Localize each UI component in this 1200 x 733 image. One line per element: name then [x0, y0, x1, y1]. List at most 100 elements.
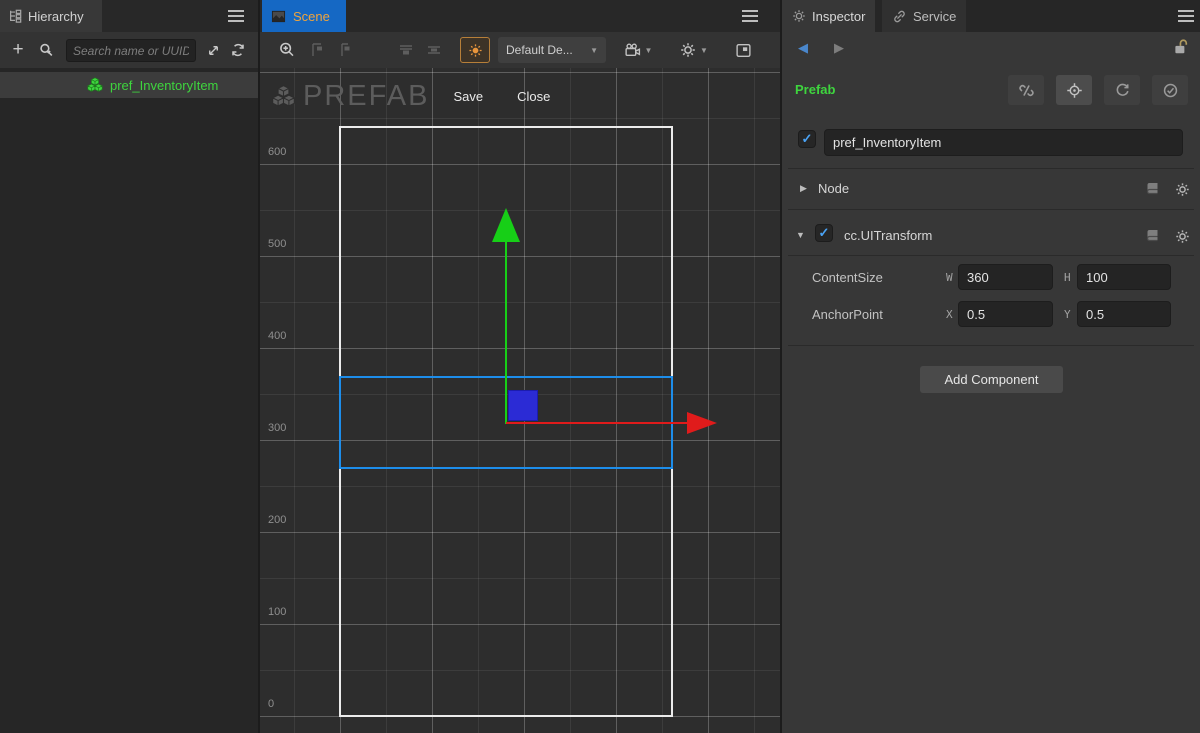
ruler-label: 600	[268, 146, 286, 158]
expand-arrow-icon[interactable]: ▶	[800, 183, 807, 194]
align-middle-v-icon[interactable]	[422, 37, 446, 63]
scene-panel: Scene	[260, 0, 780, 733]
node-name-input[interactable]	[824, 129, 1183, 156]
tab-hierarchy[interactable]: Hierarchy	[0, 0, 102, 32]
hierarchy-tab-label: Hierarchy	[28, 9, 84, 24]
back-icon[interactable]: ◀	[798, 40, 808, 56]
w-label: W	[946, 271, 953, 284]
divider	[788, 345, 1194, 346]
cocos-creator-editor: Hierarchy +	[0, 0, 1200, 733]
gizmo-y-axis[interactable]	[505, 242, 507, 424]
h-label: H	[1064, 271, 1071, 284]
tab-scene[interactable]: Scene	[262, 0, 346, 32]
ruler-label: 400	[268, 330, 286, 342]
inspector-tabbar: Inspector Service	[782, 0, 1200, 32]
align-left-icon[interactable]	[306, 37, 330, 63]
gear-icon	[792, 9, 806, 23]
scene-toolbar: Default De... ▼ ▼ ▼	[260, 32, 780, 68]
revert-prefab-button[interactable]	[1104, 75, 1140, 105]
tree-item-pref-inventoryitem[interactable]: pref_InventoryItem	[0, 72, 258, 98]
gizmo-x-axis[interactable]	[506, 422, 687, 424]
gizmo-light-icon[interactable]	[460, 37, 490, 63]
save-button[interactable]: Save	[453, 89, 483, 104]
node-active-checkbox[interactable]: ✓	[798, 130, 816, 148]
align-center-h-icon[interactable]	[334, 37, 358, 63]
inspector-menu-icon[interactable]	[1178, 10, 1194, 22]
uitransform-enabled-checkbox[interactable]: ✓	[815, 224, 833, 242]
tree-item-label: pref_InventoryItem	[110, 78, 218, 93]
ruler-label: 200	[268, 514, 286, 526]
gizmo-mode-dropdown[interactable]: Default De... ▼	[498, 37, 606, 63]
contentsize-h-input[interactable]	[1077, 264, 1171, 290]
scene-menu-icon[interactable]	[742, 10, 758, 22]
search-filter-button[interactable]	[34, 38, 58, 62]
refresh-icon[interactable]	[226, 38, 250, 62]
unlink-prefab-button[interactable]	[1008, 75, 1044, 105]
divider	[788, 168, 1194, 169]
scene-viewport[interactable]: 600 500 400 300 200 100 0	[260, 68, 780, 733]
uitransform-section-label: cc.UITransform	[844, 228, 932, 243]
expand-all-icon[interactable]	[201, 38, 225, 62]
chevron-down-icon: ▼	[590, 46, 598, 55]
tab-inspector[interactable]: Inspector	[782, 0, 875, 32]
hierarchy-toolbar: +	[0, 32, 258, 68]
add-component-button[interactable]: Add Component	[920, 366, 1063, 393]
inspector-panel: Inspector Service ◀ ▶	[782, 0, 1200, 733]
chevron-down-icon: ▼	[645, 46, 653, 55]
y-label: Y	[1064, 308, 1071, 321]
tab-service[interactable]: Service	[882, 0, 966, 32]
service-tab-label: Service	[913, 9, 956, 24]
node-settings-gear-icon[interactable]	[1175, 181, 1190, 197]
zoom-icon[interactable]	[274, 37, 300, 63]
hierarchy-menu-icon[interactable]	[228, 10, 244, 22]
camera-dropdown[interactable]: ▼	[618, 37, 658, 63]
forward-icon[interactable]: ▶	[834, 40, 844, 56]
scene-image-icon	[271, 9, 286, 24]
hierarchy-tree-icon	[8, 9, 22, 23]
gizmo-anchor-handle[interactable]	[508, 390, 538, 421]
anchorpoint-label: AnchorPoint	[812, 307, 883, 322]
scene-settings-dropdown[interactable]: ▼	[674, 37, 714, 63]
plus-icon: +	[12, 39, 23, 61]
node-section-header[interactable]: ▶ Node	[782, 174, 1200, 204]
ruler-label: 500	[268, 238, 286, 250]
prefab-cube-icon	[270, 83, 297, 110]
locate-prefab-asset-button[interactable]	[1056, 75, 1092, 105]
unlock-icon[interactable]	[1172, 38, 1190, 56]
close-button[interactable]: Close	[517, 89, 550, 104]
apply-prefab-button[interactable]	[1152, 75, 1188, 105]
gizmo-mode-value: Default De...	[506, 43, 573, 57]
docs-book-icon[interactable]	[1145, 228, 1161, 244]
collapse-arrow-icon[interactable]: ▼	[796, 230, 805, 240]
hierarchy-tabbar: Hierarchy	[0, 0, 258, 32]
divider	[788, 209, 1194, 210]
check-icon: ✓	[802, 131, 813, 147]
prefab-state-label: Prefab	[795, 82, 835, 97]
hierarchy-panel: Hierarchy +	[0, 0, 258, 733]
uitransform-section-header[interactable]: ▼ ✓ cc.UITransform	[782, 221, 1200, 251]
inspector-navrow: ◀ ▶	[782, 36, 1200, 64]
align-top-icon[interactable]	[394, 37, 418, 63]
inspector-tab-label: Inspector	[812, 9, 865, 24]
gizmo-x-arrowhead[interactable]	[687, 412, 717, 434]
contentsize-label: ContentSize	[812, 270, 883, 285]
component-settings-gear-icon[interactable]	[1175, 228, 1190, 244]
ruler-label: 100	[268, 606, 286, 618]
node-section-label: Node	[818, 181, 849, 196]
gizmo-y-arrowhead[interactable]	[492, 208, 520, 242]
search-input[interactable]	[66, 39, 196, 62]
ruler-label: 300	[268, 422, 286, 434]
prefab-cube-icon	[86, 76, 104, 94]
create-node-button[interactable]: +	[6, 38, 30, 62]
prefab-watermark: PREFAB	[303, 80, 429, 113]
docs-book-icon[interactable]	[1145, 181, 1161, 197]
layout-panels-icon[interactable]	[730, 37, 756, 63]
divider	[788, 255, 1194, 256]
scene-tab-label: Scene	[293, 9, 330, 24]
prefab-mode-bar: PREFAB Save Close	[260, 78, 550, 114]
contentsize-w-input[interactable]	[958, 264, 1053, 290]
anchorpoint-x-input[interactable]	[958, 301, 1053, 327]
ruler-label: 0	[268, 698, 274, 710]
anchorpoint-y-input[interactable]	[1077, 301, 1171, 327]
x-label: X	[946, 308, 953, 321]
